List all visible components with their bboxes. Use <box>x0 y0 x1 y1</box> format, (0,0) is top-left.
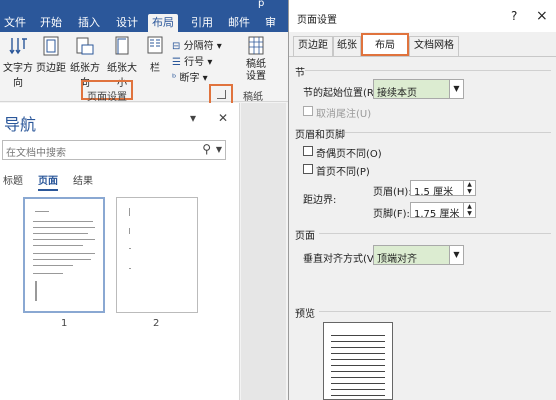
nav-close-icon[interactable]: ✕ <box>218 111 228 125</box>
title-fragment: p <box>258 0 265 9</box>
columns-label: 栏 <box>150 63 160 74</box>
first-page-checkbox[interactable] <box>303 164 313 174</box>
tab-references[interactable]: 引用 <box>187 14 217 32</box>
breaks-icon: ⊟ <box>172 41 181 52</box>
help-icon[interactable]: ? <box>511 9 517 23</box>
text-direction-icon <box>9 38 27 55</box>
ribbon: 文字方向 页边距 纸张方向 纸张大小 栏 ⊟ 分隔符 ▾ ☰ 行号 ▾ ᵇ 断字… <box>0 32 290 103</box>
columns-icon <box>147 36 163 54</box>
draft-settings-button[interactable]: 稿纸设置 <box>236 35 276 83</box>
tab-margins[interactable]: 页边距 <box>293 36 333 56</box>
margins-icon <box>43 36 59 56</box>
layout-preview <box>323 322 393 400</box>
nav-tab-pages[interactable]: 页面 <box>38 172 58 191</box>
tab-layout[interactable]: 布局 <box>148 14 178 32</box>
page-number-2: 2 <box>153 318 160 329</box>
margins-label: 页边距 <box>36 63 66 74</box>
draft-settings-label: 稿纸设置 <box>246 59 266 82</box>
first-page-label: 首页不同(P) <box>316 167 370 178</box>
vertical-alignment-value: 顶端对齐 <box>377 254 417 265</box>
headers-footers-divider <box>345 132 551 133</box>
nav-tab-headings[interactable]: 标题 <box>3 172 23 187</box>
margins-button[interactable]: 页边距 <box>33 35 69 74</box>
header-distance-value: 1.5 厘米 <box>414 187 454 198</box>
breaks-button[interactable]: ⊟ 分隔符 ▾ <box>172 37 222 52</box>
spinner-arrows-icon[interactable]: ▲ ▼ <box>463 181 475 195</box>
section-header: 节 <box>295 68 305 79</box>
dialog-title: 页面设置 <box>297 15 337 26</box>
text-direction-button[interactable]: 文字方向 <box>0 35 36 89</box>
header-distance-input[interactable]: 1.5 厘米 ▲ ▼ <box>410 180 476 198</box>
tab-divider <box>289 56 556 57</box>
orientation-icon <box>76 37 94 55</box>
chevron-down-icon: ▼ <box>449 246 463 264</box>
spinner-arrows-icon[interactable]: ▲ ▼ <box>463 203 475 217</box>
document-area <box>241 103 286 400</box>
section-divider <box>305 70 551 71</box>
close-icon[interactable]: × <box>536 8 548 24</box>
chevron-down-icon[interactable]: ▼ <box>216 145 222 154</box>
footer-distance-input[interactable]: 1.75 厘米 ▲ ▼ <box>410 202 476 220</box>
suppress-endnotes-checkbox[interactable] <box>303 106 313 116</box>
page-thumbnail-1[interactable] <box>23 197 105 313</box>
nav-title: 导航 <box>4 115 37 134</box>
title-bar: p <box>0 0 290 12</box>
vertical-alignment-select[interactable]: 顶端对齐 ▼ <box>373 245 464 265</box>
suppress-endnotes-label: 取消尾注(U) <box>316 109 372 120</box>
section-start-value: 接续本页 <box>377 88 417 99</box>
tab-layout-dialog[interactable]: 布局 <box>361 33 409 56</box>
chevron-down-icon: ▼ <box>449 80 463 98</box>
odd-even-checkbox[interactable] <box>303 146 313 156</box>
size-icon <box>115 36 129 55</box>
dialog-launcher-icon <box>217 90 226 99</box>
ribbon-tab-bar: 文件 开始 插入 设计 布局 引用 邮件 审阅 <box>0 12 290 47</box>
footer-distance-value: 1.75 厘米 <box>414 209 460 220</box>
tab-insert[interactable]: 插入 <box>74 14 104 32</box>
draft-group-label: 稿纸 <box>243 92 263 103</box>
from-edge-label: 距边界: <box>303 195 337 206</box>
footer-distance-label: 页脚(F): <box>373 209 410 220</box>
page-setup-group-label: 页面设置 <box>87 92 127 103</box>
tab-document-grid[interactable]: 文档网格 <box>409 36 459 56</box>
hyphenation-label: 断字 <box>179 73 200 84</box>
line-numbers-button[interactable]: ☰ 行号 ▾ <box>172 53 212 68</box>
header-distance-label: 页眉(H): <box>373 187 412 198</box>
page-divider <box>319 233 551 234</box>
section-start-select[interactable]: 接续本页 ▼ <box>373 79 464 99</box>
hyphenation-icon: ᵇ <box>172 73 177 84</box>
odd-even-label: 奇偶页不同(O) <box>316 149 382 160</box>
section-start-label: 节的起始位置(R): <box>303 88 382 99</box>
preview-header: 预览 <box>295 309 315 320</box>
dialog-title-bar: 页面设置 ? × <box>289 0 556 32</box>
tab-paper[interactable]: 纸张 <box>333 36 361 56</box>
line-numbers-icon: ☰ <box>172 57 181 68</box>
columns-button[interactable]: 栏 <box>138 35 172 74</box>
page-number-1: 1 <box>61 318 68 329</box>
page-thumbnail-2[interactable] <box>116 197 198 313</box>
preview-divider <box>319 311 551 312</box>
page-setup-dialog: 页面设置 ? × 页边距 纸张 布局 文档网格 节 节的起始位置(R): 接续本… <box>288 0 556 400</box>
tab-review[interactable]: 审阅 <box>261 14 290 47</box>
search-icon[interactable]: ⚲ <box>202 142 211 156</box>
page-header: 页面 <box>295 231 315 242</box>
tab-design[interactable]: 设计 <box>112 14 142 32</box>
tab-file[interactable]: 文件 <box>0 14 30 32</box>
nav-search-placeholder: 在文档中搜索 <box>6 148 66 159</box>
hyphenation-button[interactable]: ᵇ 断字 ▾ <box>172 69 208 84</box>
navigation-pane: 导航 ▾ ✕ 在文档中搜索 ⚲ ▼ 标题 页面 结果 1 2 <box>0 103 240 400</box>
draft-paper-icon <box>248 36 264 55</box>
line-numbers-label: 行号 <box>184 57 205 68</box>
tab-home[interactable]: 开始 <box>36 14 66 32</box>
nav-options-chevron-icon[interactable]: ▾ <box>190 111 196 125</box>
tab-mailings[interactable]: 邮件 <box>224 14 254 32</box>
text-direction-label: 文字方向 <box>3 63 33 89</box>
breaks-label: 分隔符 <box>183 41 214 52</box>
vertical-alignment-label: 垂直对齐方式(V): <box>303 254 382 265</box>
headers-footers-header: 页眉和页脚 <box>295 130 345 141</box>
nav-search-input[interactable]: 在文档中搜索 ⚲ ▼ <box>2 140 226 160</box>
nav-tab-results[interactable]: 结果 <box>73 172 93 187</box>
